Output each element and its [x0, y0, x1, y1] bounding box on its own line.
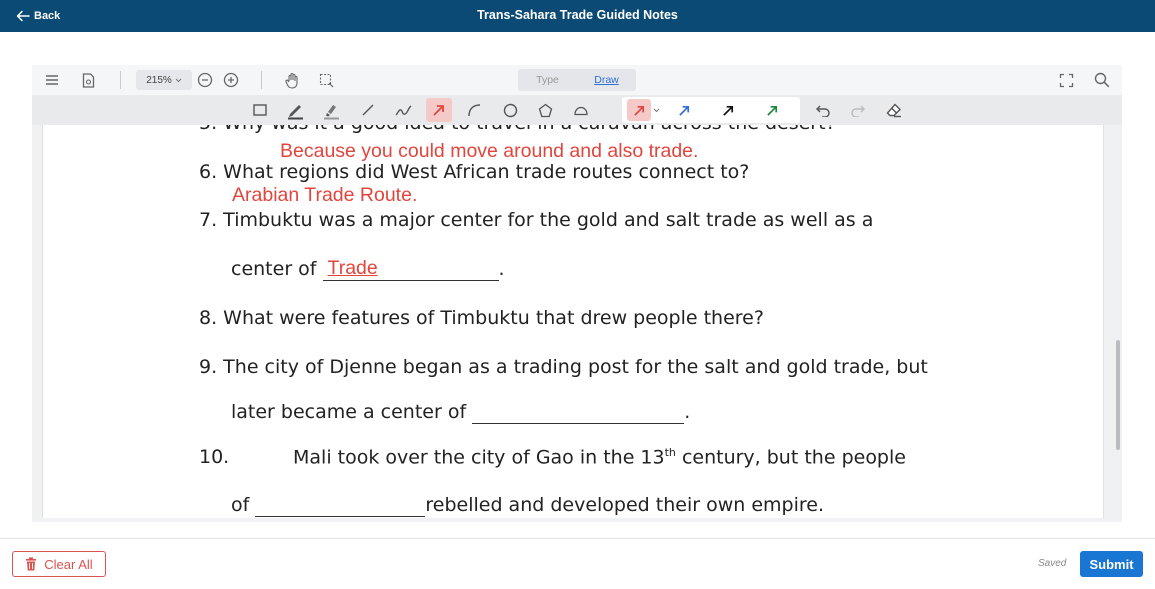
- separator: [261, 71, 262, 89]
- answer-blank-9: [472, 401, 685, 424]
- draw-toolbar: [32, 95, 1122, 125]
- question-6: 6. What regions did West African trade r…: [199, 161, 750, 183]
- eraser-icon[interactable]: [885, 101, 903, 119]
- clear-all-button[interactable]: Clear All: [12, 551, 106, 577]
- question-7-suffix: .: [498, 258, 505, 280]
- question-7-line-2: center of Trade .: [231, 257, 505, 281]
- answer-blank-10: [255, 494, 426, 517]
- mode-toggle: Type Draw: [518, 69, 636, 91]
- question-9-prefix: later became a center of: [231, 401, 467, 423]
- undo-icon[interactable]: [815, 102, 831, 118]
- question-10-text: Mali took over the city of Gao in the 13: [293, 446, 665, 469]
- answer-7-annotation[interactable]: Trade: [328, 257, 378, 280]
- question-9-line-1: 9. The city of Djenne began as a trading…: [199, 356, 928, 378]
- submit-button[interactable]: Submit: [1080, 551, 1143, 577]
- color-black-arrow-icon[interactable]: [720, 102, 736, 118]
- arrow-icon[interactable]: [426, 98, 452, 122]
- pen-icon[interactable]: [286, 100, 304, 120]
- hand-icon[interactable]: [284, 71, 300, 89]
- circle-icon[interactable]: [502, 102, 518, 118]
- viewer-toolbar: 215% Type Draw: [32, 65, 1122, 95]
- question-10-line-2: of rebelled and developed their own empi…: [231, 494, 824, 517]
- clear-all-label: Clear All: [44, 556, 93, 572]
- select-icon[interactable]: [318, 72, 334, 88]
- redo-icon[interactable]: [849, 102, 865, 118]
- vertical-scrollbar[interactable]: [1116, 340, 1120, 450]
- file-icon[interactable]: [80, 72, 96, 88]
- chevron-down-icon: [175, 78, 182, 82]
- fullscreen-icon[interactable]: [1058, 72, 1074, 88]
- saved-status: Saved: [1038, 558, 1067, 569]
- chevron-down-icon[interactable]: [652, 106, 660, 114]
- question-10-text-post: century, but the people: [675, 446, 906, 469]
- freehand-icon[interactable]: [394, 102, 412, 118]
- mode-type-tab[interactable]: Type: [518, 69, 577, 91]
- zoom-in-icon[interactable]: [223, 72, 239, 88]
- color-green-arrow-icon[interactable]: [764, 102, 780, 118]
- page-title: Trans-Sahara Trade Guided Notes: [477, 8, 678, 22]
- answer-6-annotation[interactable]: Arabian Trade Route.: [232, 184, 417, 207]
- question-9-line-2: later became a center of .: [231, 401, 690, 424]
- zoom-select[interactable]: 215%: [136, 70, 192, 90]
- color-red-arrow-icon[interactable]: [627, 99, 651, 121]
- zoom-out-icon[interactable]: [197, 72, 213, 88]
- pentagon-icon[interactable]: [537, 102, 553, 118]
- line-icon[interactable]: [360, 102, 376, 118]
- question-10-prefix: of: [231, 494, 250, 516]
- arc-icon[interactable]: [466, 102, 482, 118]
- highlighter-icon[interactable]: [322, 100, 340, 120]
- question-7-line-1: 7. Timbuktu was a major center for the g…: [199, 209, 874, 231]
- question-10-number: 10.: [199, 446, 230, 468]
- color-blue-arrow-icon[interactable]: [676, 102, 692, 118]
- search-icon[interactable]: [1093, 71, 1111, 89]
- question-8: 8. What were features of Timbuktu that d…: [199, 307, 764, 329]
- trash-icon: [26, 557, 37, 571]
- color-palette: [622, 97, 800, 123]
- answer-blank-7: Trade: [322, 257, 499, 281]
- question-10-line-1: Mali took over the city of Gao in the 13…: [293, 446, 906, 468]
- answer-5-annotation[interactable]: Because you could move around and also t…: [280, 140, 698, 163]
- menu-icon[interactable]: [44, 73, 60, 87]
- question-5-partial: 5. Why was it a good idea to travel in a…: [199, 125, 836, 134]
- rectangle-icon[interactable]: [252, 102, 268, 118]
- question-7-prefix: center of: [231, 258, 317, 280]
- question-10-suffix: rebelled and developed their own empire.: [425, 494, 824, 516]
- separator: [120, 71, 121, 89]
- document-page[interactable]: 5. Why was it a good idea to travel in a…: [42, 125, 1104, 518]
- header-bar: Back Trans-Sahara Trade Guided Notes: [0, 0, 1155, 32]
- zoom-level: 215%: [146, 74, 172, 86]
- question-9-suffix: .: [684, 401, 691, 423]
- question-10-superscript: th: [664, 446, 676, 459]
- mode-draw-tab[interactable]: Draw: [577, 69, 636, 91]
- footer-divider: [0, 538, 1155, 539]
- cloud-icon[interactable]: [572, 102, 590, 118]
